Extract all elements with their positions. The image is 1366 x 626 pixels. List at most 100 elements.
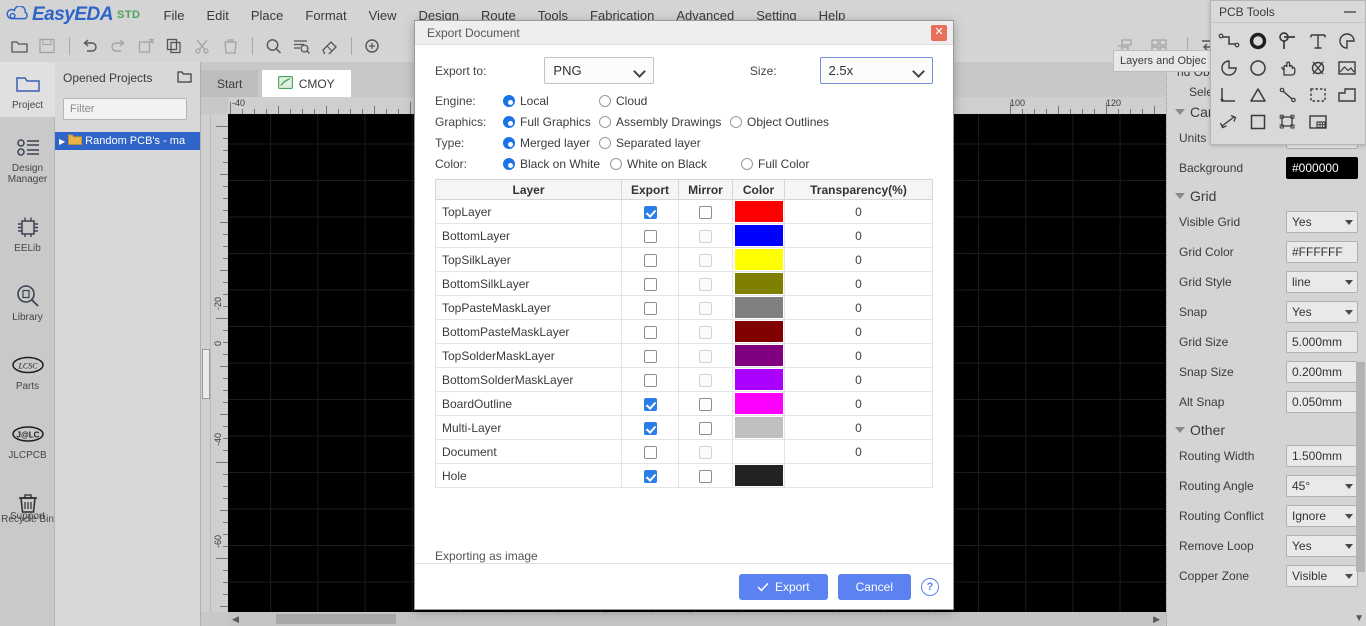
hole-icon[interactable]: [1304, 55, 1332, 80]
color-cell[interactable]: [732, 367, 785, 392]
transparency-cell[interactable]: 0: [784, 295, 933, 320]
arc-icon[interactable]: [1333, 28, 1361, 53]
mirror-checkbox[interactable]: [699, 349, 712, 363]
mirror-cell[interactable]: [678, 439, 733, 464]
mirror-checkbox[interactable]: [699, 469, 712, 483]
export-button[interactable]: Export: [738, 573, 828, 600]
zoom-fit-icon[interactable]: [359, 33, 385, 59]
color-swatch[interactable]: [734, 297, 783, 318]
tab-cmoy[interactable]: CMOY: [261, 70, 351, 97]
export-cell[interactable]: [621, 439, 679, 464]
transparency-cell[interactable]: 0: [784, 343, 933, 368]
duplicate-icon[interactable]: [161, 33, 187, 59]
panel-scrollbar-thumb[interactable]: [1356, 362, 1365, 572]
panelize-icon[interactable]: [1304, 109, 1332, 134]
hand-icon[interactable]: [1274, 55, 1302, 80]
export-cell[interactable]: [621, 319, 679, 344]
transparency-cell[interactable]: 0: [784, 199, 933, 224]
export-cell[interactable]: [621, 463, 679, 488]
export-cell[interactable]: [621, 247, 679, 272]
export-checkbox[interactable]: [643, 349, 657, 363]
prop-value-snap-size[interactable]: 0.200mm: [1286, 361, 1358, 383]
mirror-cell[interactable]: [678, 295, 733, 320]
rail-item-parts[interactable]: LCSC Parts: [0, 343, 55, 398]
mirror-checkbox[interactable]: [699, 277, 712, 291]
find-list-icon[interactable]: [288, 33, 314, 59]
mirror-checkbox[interactable]: [699, 445, 712, 459]
rail-item-project[interactable]: Project: [0, 62, 55, 117]
mirror-cell[interactable]: [678, 463, 733, 488]
minimize-icon[interactable]: [1343, 5, 1357, 19]
image-icon[interactable]: [1333, 55, 1361, 80]
color-swatch[interactable]: [734, 393, 783, 414]
mirror-cell[interactable]: [678, 223, 733, 248]
radio-graphics-full[interactable]: Full Graphics: [503, 115, 599, 129]
prop-value-copper-zone[interactable]: Visible: [1286, 565, 1358, 587]
color-cell[interactable]: [732, 247, 785, 272]
radio-graphics-outlines[interactable]: Object Outlines: [730, 115, 829, 129]
transparency-cell[interactable]: 0: [784, 415, 933, 440]
radio-type-merged[interactable]: Merged layer: [503, 136, 599, 150]
rect-icon[interactable]: [1245, 109, 1273, 134]
copper-area-icon[interactable]: [1333, 82, 1361, 107]
color-swatch[interactable]: [734, 441, 783, 462]
menu-view[interactable]: View: [358, 4, 408, 27]
track-icon[interactable]: [1215, 28, 1243, 53]
mirror-checkbox[interactable]: [699, 229, 712, 243]
prop-value-routing-angle[interactable]: 45°: [1286, 475, 1358, 497]
pad-icon[interactable]: [1245, 28, 1273, 53]
mirror-cell[interactable]: [678, 199, 733, 224]
open-folder-icon[interactable]: [6, 33, 32, 59]
transparency-cell[interactable]: 0: [784, 439, 933, 464]
color-cell[interactable]: [732, 439, 785, 464]
export-checkbox[interactable]: [643, 253, 657, 267]
export-cell[interactable]: [621, 295, 679, 320]
new-folder-icon[interactable]: [177, 70, 192, 86]
measure-icon[interactable]: [1215, 109, 1243, 134]
mirror-cell[interactable]: [678, 319, 733, 344]
menu-file[interactable]: File: [153, 4, 196, 27]
help-icon[interactable]: ?: [921, 577, 939, 596]
color-swatch[interactable]: [734, 345, 783, 366]
mirror-cell[interactable]: [678, 343, 733, 368]
color-swatch[interactable]: [734, 369, 783, 390]
via-icon[interactable]: [1274, 28, 1302, 53]
transparency-cell[interactable]: [784, 463, 933, 488]
delete-icon[interactable]: [217, 33, 243, 59]
size-select[interactable]: 2.5x: [819, 57, 934, 84]
color-cell[interactable]: [732, 463, 785, 488]
export-checkbox[interactable]: [643, 229, 657, 243]
prop-value-grid-style[interactable]: line: [1286, 271, 1358, 293]
prop-value-background[interactable]: #000000: [1286, 157, 1358, 179]
export-cell[interactable]: [621, 391, 679, 416]
mirror-checkbox[interactable]: [699, 373, 712, 387]
select-region-icon[interactable]: [1304, 82, 1332, 107]
color-cell[interactable]: [732, 391, 785, 416]
prop-value-snap[interactable]: Yes: [1286, 301, 1358, 323]
rail-item-library[interactable]: Library: [0, 274, 55, 329]
radio-color-white-on-black[interactable]: White on Black: [610, 157, 741, 171]
group-icon[interactable]: [1274, 109, 1302, 134]
export-cell[interactable]: [621, 223, 679, 248]
prop-value-visible-grid[interactable]: Yes: [1286, 211, 1358, 233]
color-swatch[interactable]: [734, 249, 783, 270]
export-checkbox[interactable]: [643, 301, 657, 315]
cut-icon[interactable]: [189, 33, 215, 59]
menu-place[interactable]: Place: [240, 4, 295, 27]
menu-format[interactable]: Format: [294, 4, 357, 27]
rail-item-design-manager[interactable]: Design Manager: [0, 125, 55, 191]
export-checkbox[interactable]: [643, 277, 657, 291]
search-icon[interactable]: [260, 33, 286, 59]
radio-color-black-on-white[interactable]: Black on White: [503, 157, 610, 171]
color-swatch[interactable]: [734, 225, 783, 246]
prop-value-routing-width[interactable]: 1.500mm: [1286, 445, 1358, 467]
color-cell[interactable]: [732, 295, 785, 320]
export-checkbox[interactable]: [643, 373, 657, 387]
prop-value-routing-conflict[interactable]: Ignore: [1286, 505, 1358, 527]
color-swatch[interactable]: [734, 417, 783, 438]
color-cell[interactable]: [732, 415, 785, 440]
transparency-cell[interactable]: 0: [784, 319, 933, 344]
canvas-vertical-scrollbar[interactable]: [201, 114, 211, 612]
prop-value-alt-snap[interactable]: 0.050mm: [1286, 391, 1358, 413]
arc2-icon[interactable]: [1215, 55, 1243, 80]
